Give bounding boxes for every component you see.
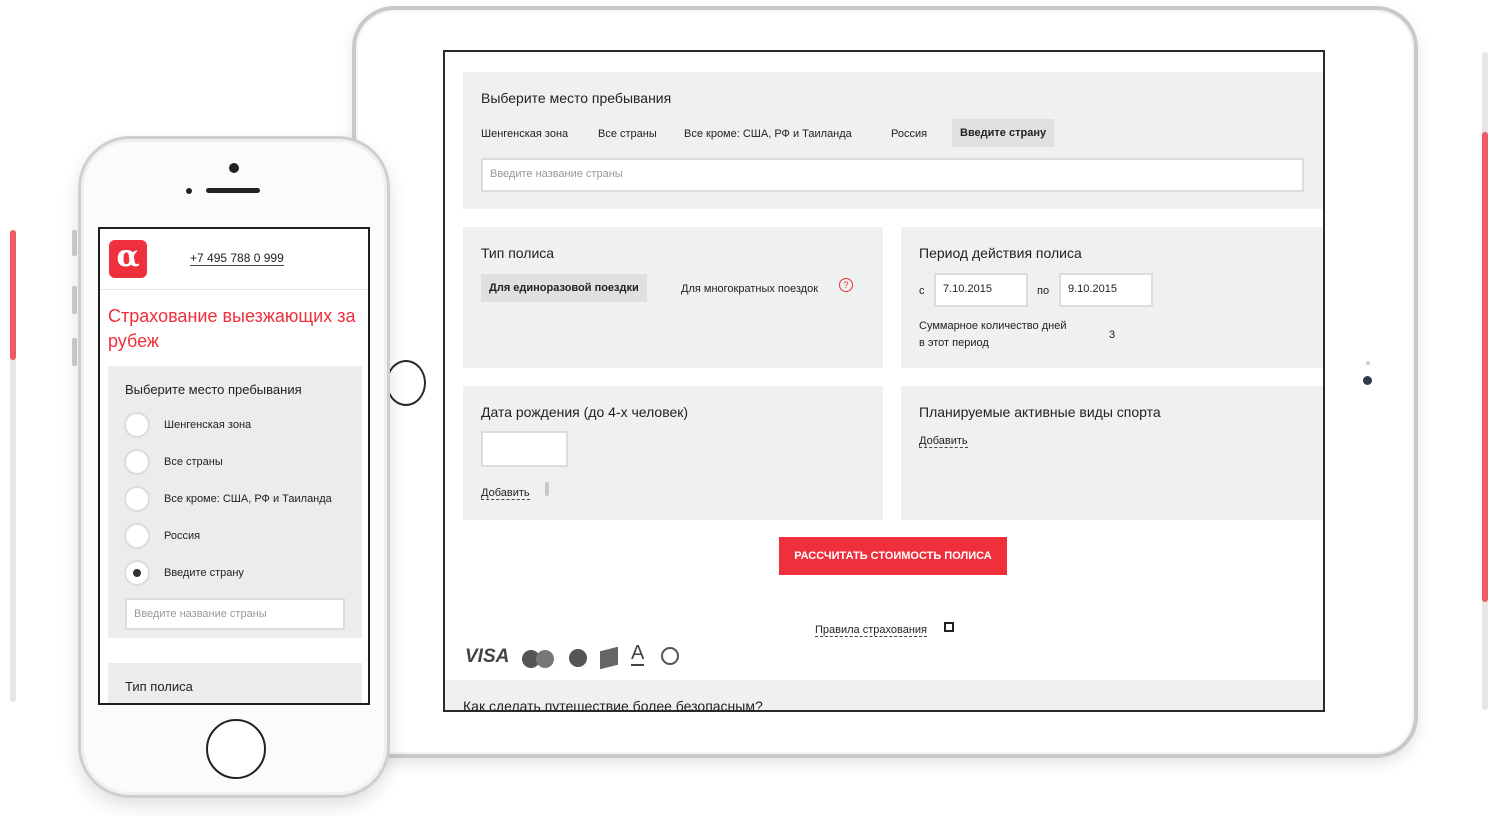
days-label-line2: в этот период	[919, 337, 989, 349]
policy-type-title: Тип полиса	[481, 245, 555, 261]
left-side-track	[10, 230, 16, 702]
q-icon	[661, 647, 679, 665]
sports-title: Планируемые активные виды спорта	[919, 404, 1161, 420]
radio-enter-country[interactable]	[124, 560, 150, 586]
book-icon	[600, 646, 618, 670]
phone-country-input[interactable]: Введите название страны	[125, 598, 345, 630]
radio-enter-country-label: Введите страну	[164, 567, 244, 579]
period-from-label: с	[919, 285, 925, 297]
birth-add-link[interactable]: Добавить	[481, 487, 530, 500]
webmoney-icon	[569, 649, 587, 667]
period-from-input[interactable]: 7.10.2015	[934, 273, 1028, 307]
help-icon[interactable]: ?	[839, 278, 853, 292]
country-input[interactable]: Введите название страны	[481, 158, 1304, 192]
person-icon	[545, 482, 549, 496]
visa-icon: VISA	[465, 646, 510, 667]
radio-all-except[interactable]	[124, 486, 150, 512]
policy-type-panel: Тип полиса Для единоразовой поездки Для …	[463, 227, 883, 368]
radio-all-countries[interactable]	[124, 449, 150, 475]
days-value: 3	[1109, 329, 1116, 341]
tab-all-countries[interactable]: Все страны	[598, 128, 657, 140]
phone-place-panel: Выберите место пребывания Шенгенская зон…	[108, 366, 362, 638]
policy-multi-option[interactable]: Для многократных поездок	[681, 283, 818, 295]
phone-place-title: Выберите место пребывания	[125, 382, 302, 397]
birth-panel: Дата рождения (до 4-х человек) Добавить	[463, 386, 883, 520]
left-side-fill	[10, 230, 16, 360]
phone-policy-title: Тип полиса	[125, 679, 193, 694]
radio-russia-label: Россия	[164, 530, 201, 542]
tab-russia[interactable]: Россия	[891, 128, 927, 140]
a-icon: A	[631, 642, 645, 666]
phone-speaker	[206, 188, 260, 193]
phone-side-button-1	[72, 230, 77, 256]
phone-sensor	[186, 188, 192, 194]
period-to-label: по	[1037, 285, 1050, 297]
bottom-heading[interactable]: Как сделать путешествие более безопасным…	[463, 698, 763, 710]
radio-schengen[interactable]	[124, 412, 150, 438]
radio-all-countries-label: Все страны	[164, 456, 223, 468]
birth-input[interactable]	[481, 431, 568, 467]
phone-camera	[229, 163, 239, 173]
calculate-button[interactable]: РАССЧИТАТЬ СТОИМОСТЬ ПОЛИСА	[779, 537, 1007, 575]
tablet-screen: Выберите место пребывания Шенгенская зон…	[443, 50, 1325, 712]
radio-russia[interactable]	[124, 523, 150, 549]
birth-title: Дата рождения (до 4-х человек)	[481, 404, 689, 420]
mastercard-icon	[522, 648, 556, 670]
days-label-line1: Суммарное количество дней	[919, 320, 1067, 332]
period-title: Период действия полиса	[919, 245, 1082, 261]
rules-link[interactable]: Правила страхования	[815, 624, 928, 637]
phone-heading: Страхование выезжающих за рубеж	[108, 306, 356, 351]
right-side-track	[1482, 52, 1488, 710]
radio-selected-dot	[133, 569, 141, 577]
right-side-fill	[1482, 132, 1488, 602]
bottom-strip: Как сделать путешествие более безопасным…	[445, 680, 1323, 710]
place-panel: Выберите место пребывания Шенгенская зон…	[463, 72, 1323, 209]
phone-side-button-2	[72, 286, 77, 314]
phone-policy-panel: Тип полиса	[108, 663, 362, 703]
sports-panel: Планируемые активные виды спорта Добавит…	[901, 386, 1323, 520]
sports-add-link[interactable]: Добавить	[919, 435, 968, 448]
tablet-camera	[1363, 376, 1372, 385]
phone-divider	[100, 289, 368, 290]
tablet-sensor	[1366, 361, 1370, 365]
place-title: Выберите место пребывания	[481, 90, 672, 106]
period-panel: Период действия полиса с 7.10.2015 по 9.…	[901, 227, 1323, 368]
tab-enter-country[interactable]: Введите страну	[952, 119, 1055, 147]
tablet-home-button	[386, 360, 426, 406]
tab-schengen[interactable]: Шенгенская зона	[481, 128, 568, 140]
radio-all-except-label: Все кроме: США, РФ и Таиланда	[164, 493, 332, 505]
phone-side-button-3	[72, 338, 77, 366]
alfa-logo[interactable]: α	[109, 240, 147, 278]
phone-number-link[interactable]: +7 495 788 0 999	[190, 251, 284, 266]
phone-home-button	[206, 719, 266, 779]
radio-schengen-label: Шенгенская зона	[164, 419, 252, 431]
phone-screen: α +7 495 788 0 999 Страхование выезжающи…	[98, 227, 370, 705]
external-link-icon[interactable]	[944, 622, 954, 632]
period-to-input[interactable]: 9.10.2015	[1059, 273, 1153, 307]
policy-single-option[interactable]: Для единоразовой поездки	[481, 274, 647, 302]
tab-all-except[interactable]: Все кроме: США, РФ и Таиланда	[684, 128, 852, 140]
